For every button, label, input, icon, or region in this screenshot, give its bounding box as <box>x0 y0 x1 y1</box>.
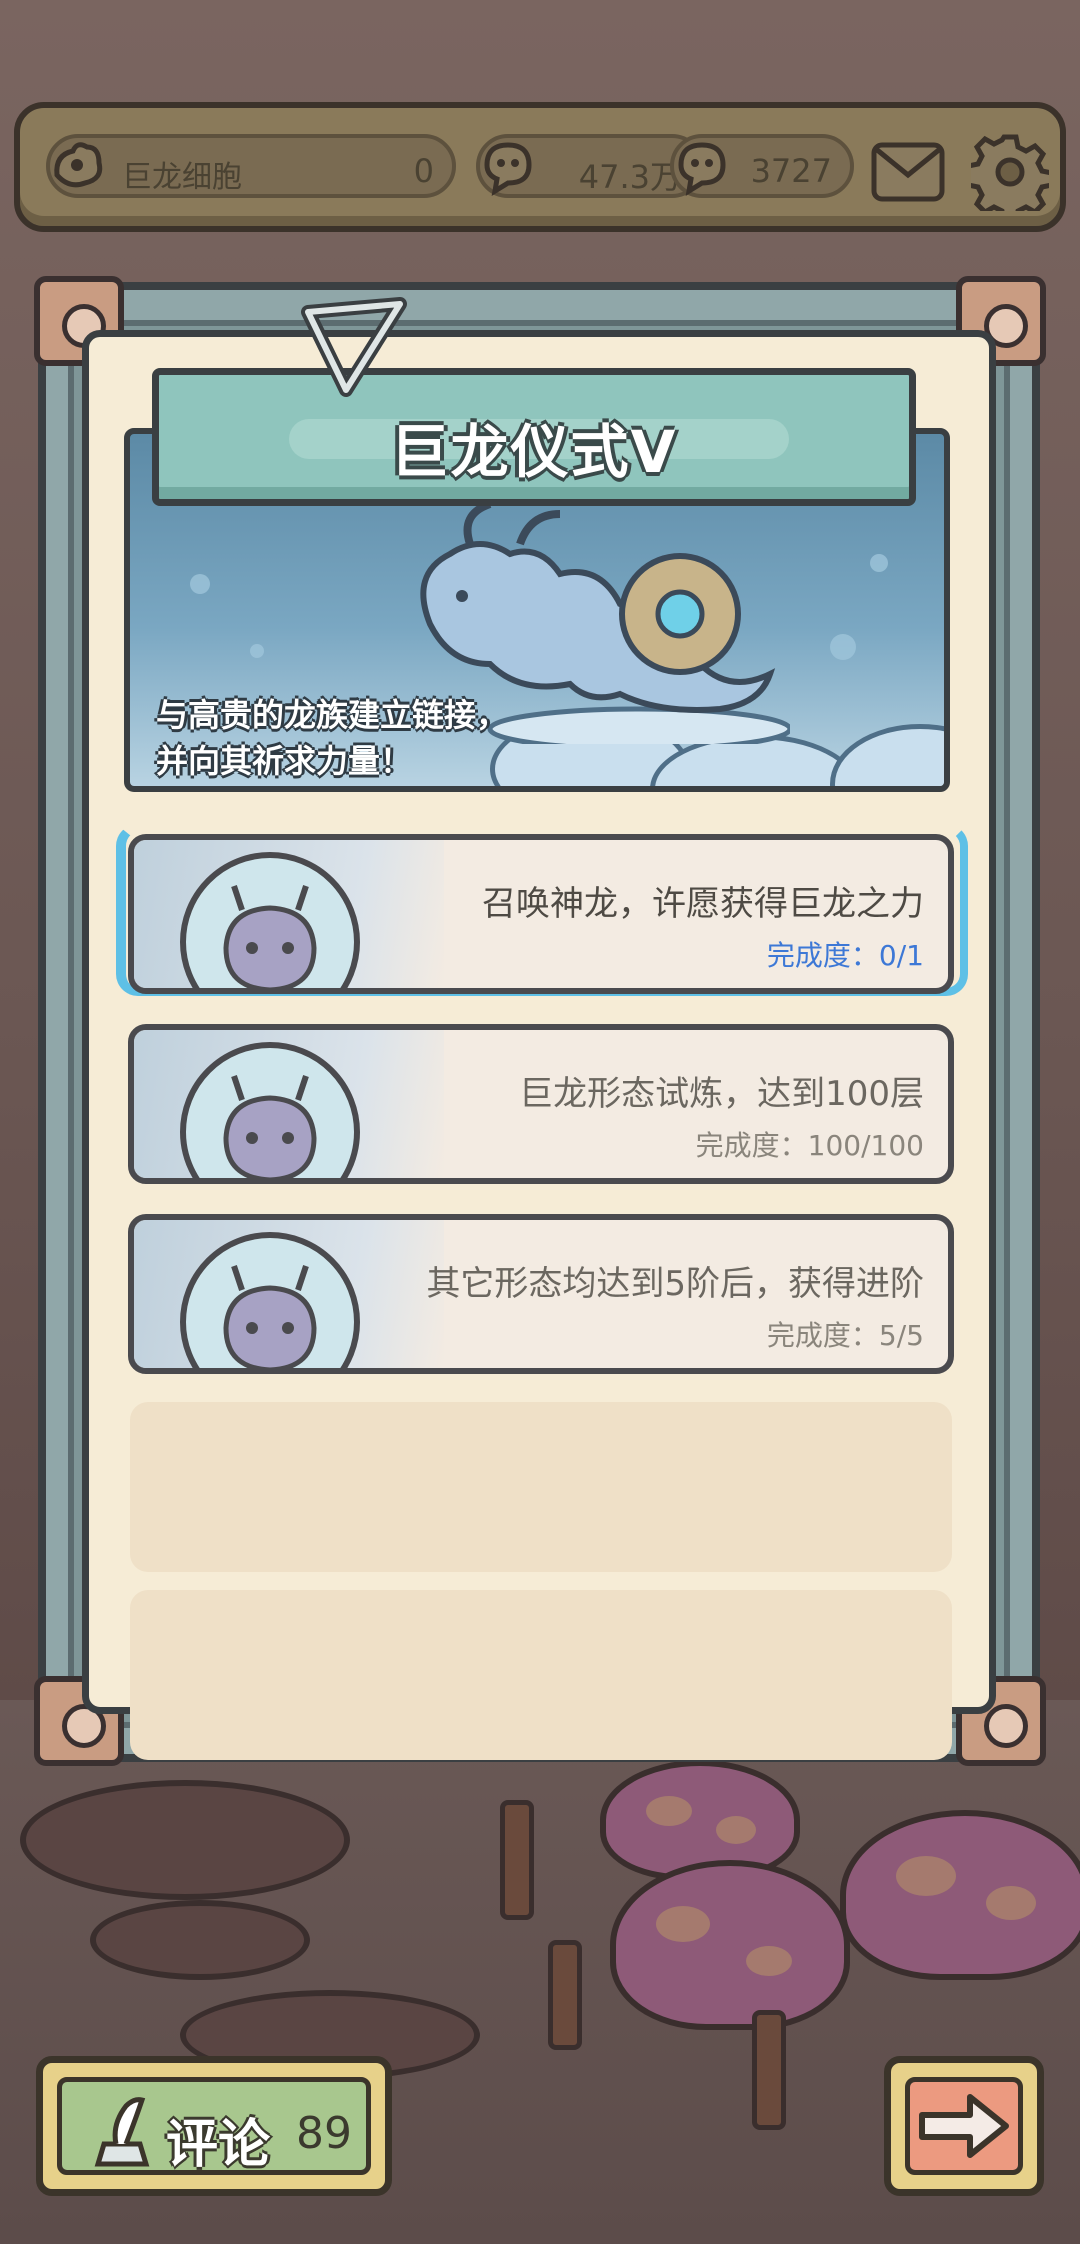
background-fence-post <box>500 1800 534 1920</box>
gear-icon <box>971 134 1049 211</box>
settings-button[interactable] <box>968 130 1052 214</box>
resource-value: 0 <box>413 152 434 190</box>
task-name: 其它形态均达到5阶后，获得进阶 <box>426 1264 924 1304</box>
task-progress: 完成度：100/100 <box>695 1129 924 1162</box>
dragon-orb-icon <box>180 1042 360 1178</box>
task-card[interactable]: 其它形态均达到5阶后，获得进阶 完成度：5/5 <box>128 1214 954 1374</box>
chat-bubble-icon <box>666 130 738 202</box>
triangle-pin-icon <box>301 297 407 397</box>
dragon-orb-icon <box>180 1232 360 1368</box>
background-rock <box>20 1780 350 1900</box>
page-title: 巨龙仪式V <box>390 418 678 486</box>
empty-task-slot <box>130 1590 952 1760</box>
dragon-orb-icon <box>180 852 360 988</box>
task-progress: 完成度：5/5 <box>766 1319 924 1352</box>
background-mushroom <box>840 1810 1080 1980</box>
comment-label: 评论 <box>166 2115 271 2175</box>
comment-count: 89 <box>296 2108 352 2159</box>
comment-button[interactable]: 评论 89 <box>36 2056 392 2196</box>
background-fence-post <box>752 2010 786 2130</box>
background-mushroom <box>610 1860 850 2030</box>
dna-gem-icon <box>472 130 544 202</box>
quill-pen-icon <box>94 2097 150 2167</box>
task-card[interactable]: 巨龙形态试炼，达到100层 完成度：100/100 <box>128 1024 954 1184</box>
ritual-description: 与高贵的龙族建立链接， 并向其祈求力量！ <box>156 696 509 780</box>
background-fence-post <box>548 1940 582 2050</box>
empty-task-slot <box>130 1402 952 1572</box>
resource-value: 3727 <box>750 152 832 190</box>
next-button[interactable] <box>884 2056 1044 2196</box>
resource-label: 巨龙细胞 <box>122 160 242 195</box>
task-card[interactable]: 召唤神龙，许愿获得巨龙之力 完成度：0/1 <box>128 834 954 994</box>
task-progress: 完成度：0/1 <box>766 939 924 972</box>
resource-dragon-cell[interactable]: 巨龙细胞 0 <box>46 134 456 198</box>
task-name: 召唤神龙，许愿获得巨龙之力 <box>482 884 924 924</box>
arrow-right-icon <box>919 2094 1009 2158</box>
mail-icon <box>871 142 945 202</box>
dragon-cell-icon <box>42 130 114 202</box>
resource-chat[interactable]: 3727 <box>670 134 854 198</box>
background-rock <box>90 1900 310 1980</box>
ritual-title-plate: 巨龙仪式V <box>152 368 916 506</box>
task-name: 巨龙形态试炼，达到100层 <box>519 1074 924 1114</box>
mail-button[interactable] <box>866 130 950 214</box>
resource-bar: 巨龙细胞 0 47.3万 3727 <box>14 102 1066 232</box>
